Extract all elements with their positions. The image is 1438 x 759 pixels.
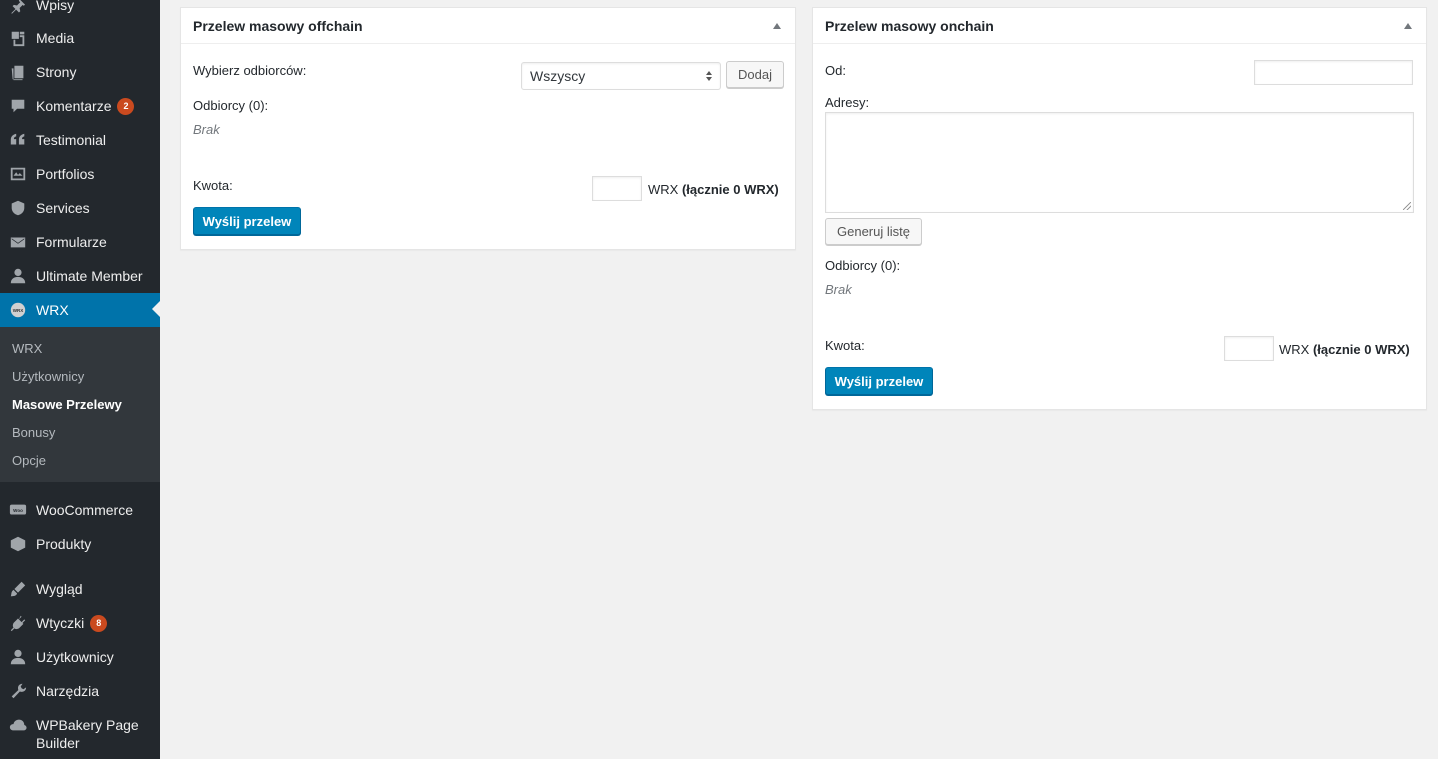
svg-text:WRX: WRX bbox=[13, 308, 24, 313]
recipients-select-value: Wszyscy bbox=[530, 68, 586, 84]
sidebar-item-label: Media bbox=[36, 30, 75, 46]
from-label: Od: bbox=[825, 63, 846, 78]
offchain-recipients-count: Odbiorcy (0): bbox=[193, 98, 269, 113]
sidebar-item-ultimate-member[interactable]: Ultimate Member bbox=[0, 259, 160, 293]
onchain-postbox-title: Przelew masowy onchain bbox=[825, 17, 994, 34]
submenu-item-bonusy[interactable]: Bonusy bbox=[12, 425, 55, 441]
sidebar-item-woocommerce[interactable]: Woo WooCommerce bbox=[0, 493, 160, 527]
sidebar-item-label: Strony bbox=[36, 64, 77, 80]
sidebar-item-label: Użytkownicy bbox=[36, 649, 114, 665]
sidebar-item-narzedzia[interactable]: Narzędzia bbox=[0, 674, 160, 708]
sidebar-item-label: Formularze bbox=[36, 234, 107, 250]
cloud-icon bbox=[0, 716, 36, 734]
sidebar-item-label: Ultimate Member bbox=[36, 268, 143, 284]
add-recipients-button[interactable]: Dodaj bbox=[726, 61, 784, 88]
sidebar-item-wpbakery[interactable]: WPBakery Page Builder bbox=[0, 708, 160, 759]
onchain-send-button[interactable]: Wyślij przelew bbox=[825, 367, 933, 395]
sidebar-item-label: WooCommerce bbox=[36, 502, 133, 518]
sidebar-item-produkty[interactable]: Produkty bbox=[0, 527, 160, 561]
recipients-select[interactable]: Wszyscy bbox=[521, 62, 721, 90]
onchain-amount-label: Kwota: bbox=[825, 338, 865, 353]
media-icon bbox=[0, 21, 36, 55]
sidebar-item-testimonial[interactable]: Testimonial bbox=[0, 123, 160, 157]
sidebar-item-komentarze[interactable]: Komentarze 2 bbox=[0, 89, 160, 123]
wrx-icon: WRX bbox=[0, 293, 36, 327]
offchain-postbox-header[interactable]: Przelew masowy offchain bbox=[181, 8, 795, 44]
offchain-amount-input[interactable] bbox=[592, 176, 642, 201]
admin-sidebar: Wpisy Media Strony Komentarze 2 Testimon… bbox=[0, 0, 160, 759]
onchain-currency: WRX bbox=[1279, 342, 1310, 357]
onchain-postbox-header[interactable]: Przelew masowy onchain bbox=[813, 8, 1426, 44]
sidebar-item-label: Narzędzia bbox=[36, 683, 100, 699]
comment-icon bbox=[0, 89, 36, 123]
user-icon bbox=[0, 640, 36, 674]
sidebar-item-label: Wpisy bbox=[36, 0, 75, 13]
brush-icon bbox=[0, 572, 36, 606]
sidebar-item-services[interactable]: Services bbox=[0, 191, 160, 225]
quote-icon bbox=[0, 123, 36, 157]
sidebar-item-wpisy[interactable]: Wpisy bbox=[0, 0, 160, 22]
sidebar-item-label: WRX bbox=[36, 302, 69, 318]
onchain-amount-input[interactable] bbox=[1224, 336, 1274, 361]
sidebar-item-label: WPBakery Page Builder bbox=[36, 716, 139, 752]
offchain-amount-label: Kwota: bbox=[193, 178, 233, 193]
offchain-total: WRX (łącznie 0 WRX) bbox=[648, 182, 779, 197]
submenu-item-wrx[interactable]: WRX bbox=[12, 341, 42, 357]
submenu-item-masowe-przelewy[interactable]: Masowe Przelewy bbox=[12, 397, 122, 413]
sidebar-item-label-line2: Builder bbox=[36, 735, 80, 751]
sidebar-item-label: Wygląd bbox=[36, 581, 83, 597]
page-icon bbox=[0, 55, 36, 89]
sidebar-item-label: Komentarze bbox=[36, 98, 112, 114]
sidebar-item-portfolios[interactable]: Portfolios bbox=[0, 157, 160, 191]
submenu-item-uzytkownicy[interactable]: Użytkownicy bbox=[12, 369, 84, 385]
select-arrows-icon bbox=[706, 71, 712, 81]
submenu-item-opcje[interactable]: Opcje bbox=[12, 453, 46, 469]
onchain-recipients-empty: Brak bbox=[825, 282, 852, 297]
portfolio-icon bbox=[0, 157, 36, 191]
onchain-total: WRX (łącznie 0 WRX) bbox=[1279, 342, 1410, 357]
recipients-select-label: Wybierz odbiorców: bbox=[193, 63, 307, 78]
sidebar-item-wyglad[interactable]: Wygląd bbox=[0, 572, 160, 606]
plugin-icon bbox=[0, 606, 36, 640]
wrx-submenu: WRX Użytkownicy Masowe Przelewy Bonusy O… bbox=[0, 327, 160, 482]
sidebar-item-label: Services bbox=[36, 200, 90, 216]
user-icon bbox=[0, 259, 36, 293]
sidebar-item-strony[interactable]: Strony bbox=[0, 55, 160, 89]
pin-icon bbox=[0, 0, 36, 22]
addresses-textarea[interactable] bbox=[825, 112, 1414, 213]
offchain-send-button[interactable]: Wyślij przelew bbox=[193, 207, 301, 235]
resize-grip-icon[interactable] bbox=[1403, 202, 1411, 210]
offchain-total-value: (łącznie 0 WRX) bbox=[681, 182, 779, 197]
sidebar-item-wrx[interactable]: WRX WRX bbox=[0, 293, 160, 327]
sidebar-item-label: Testimonial bbox=[36, 132, 107, 148]
sidebar-item-label: Produkty bbox=[36, 536, 92, 552]
sidebar-item-uzytkownicy[interactable]: Użytkownicy bbox=[0, 640, 160, 674]
wrench-icon bbox=[0, 674, 36, 708]
woo-icon: Woo bbox=[0, 493, 36, 527]
addresses-label: Adresy: bbox=[825, 95, 870, 110]
box-icon bbox=[0, 527, 36, 561]
offchain-postbox-title: Przelew masowy offchain bbox=[193, 17, 363, 34]
collapse-arrow-icon[interactable] bbox=[1404, 22, 1412, 29]
sidebar-item-media[interactable]: Media bbox=[0, 21, 160, 55]
email-icon bbox=[0, 225, 36, 259]
offchain-recipients-empty: Brak bbox=[193, 122, 220, 137]
onchain-recipients-count: Odbiorcy (0): bbox=[825, 258, 901, 273]
sidebar-item-formularze[interactable]: Formularze bbox=[0, 225, 160, 259]
svg-text:Woo: Woo bbox=[13, 508, 23, 513]
shield-icon bbox=[0, 191, 36, 225]
collapse-arrow-icon[interactable] bbox=[773, 22, 781, 29]
plugins-update-badge: 8 bbox=[90, 614, 108, 632]
offchain-currency: WRX bbox=[648, 182, 679, 197]
from-input[interactable] bbox=[1254, 60, 1413, 85]
comments-count-badge: 2 bbox=[117, 97, 135, 115]
sidebar-item-label: Portfolios bbox=[36, 166, 95, 182]
offchain-postbox: Przelew masowy offchain Wybierz odbiorcó… bbox=[180, 7, 796, 250]
sidebar-item-wtyczki[interactable]: Wtyczki 8 bbox=[0, 606, 160, 640]
sidebar-item-label: Wtyczki bbox=[36, 615, 85, 631]
onchain-total-value: (łącznie 0 WRX) bbox=[1312, 342, 1410, 357]
generate-list-button[interactable]: Generuj listę bbox=[825, 218, 922, 245]
onchain-postbox: Przelew masowy onchain Od: Adresy: Gener… bbox=[812, 7, 1427, 410]
sidebar-item-label-line1: WPBakery Page bbox=[36, 717, 139, 733]
